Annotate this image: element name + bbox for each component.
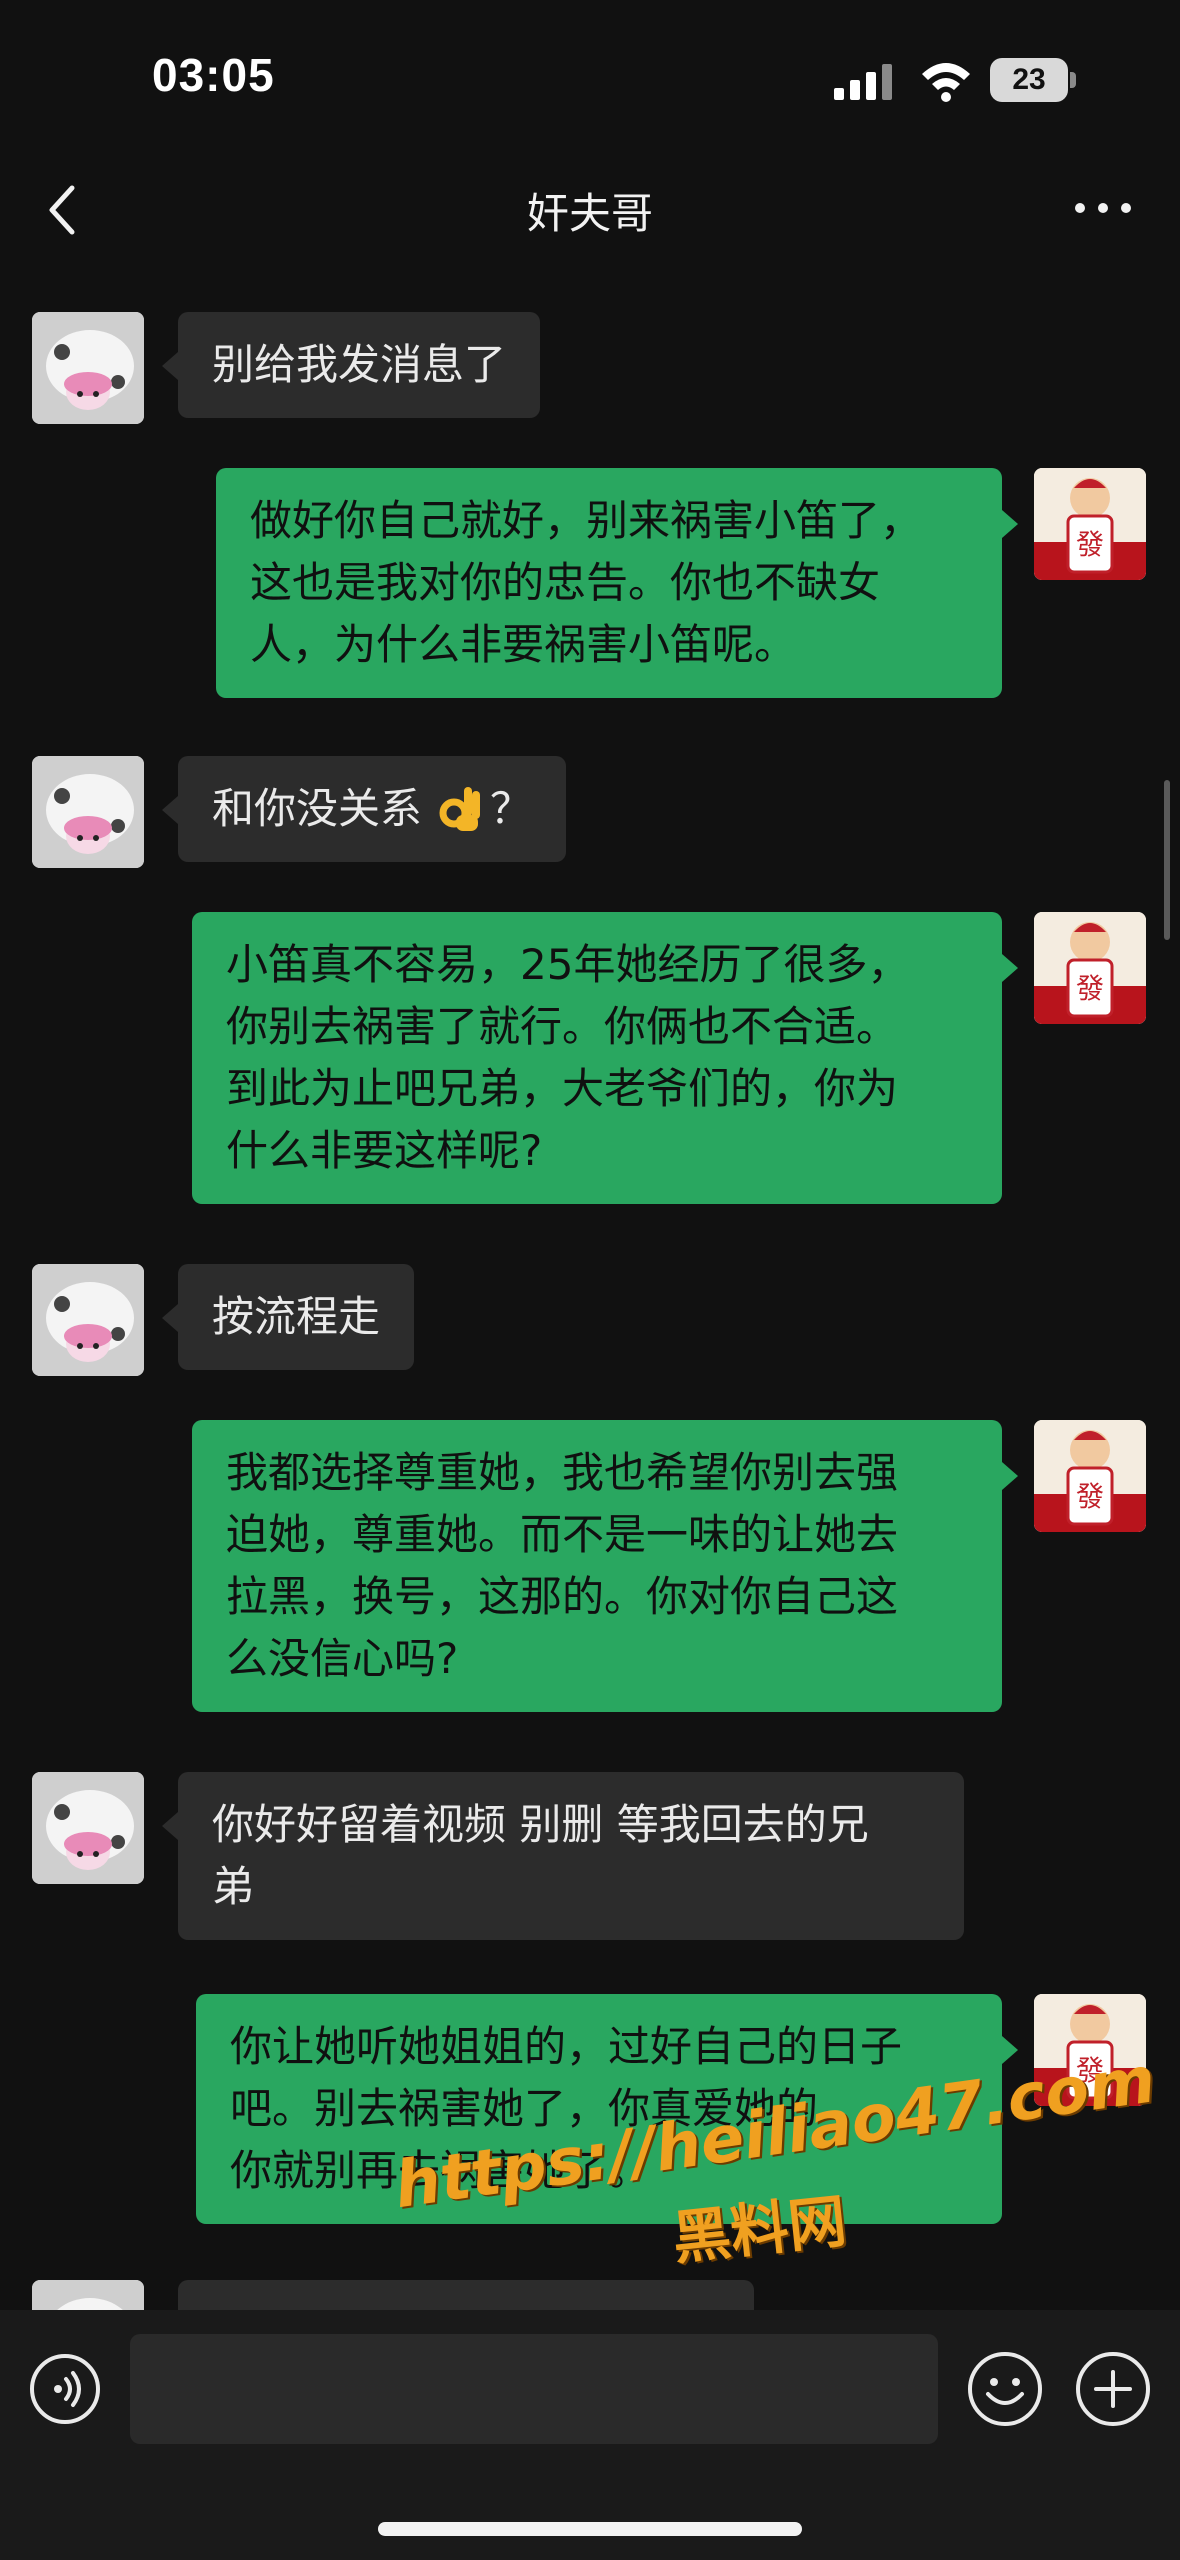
contact-avatar[interactable] [32,1264,144,1376]
message-line: 我都选择尊重她，我也希望你别去强 [226,1448,899,1497]
battery-icon: 23 [990,58,1076,102]
scroll-indicator[interactable] [1164,780,1170,940]
message-text: 和你没关系 [212,784,423,833]
message-line: 拉黑，换号，这那的。你对你自己这 [226,1572,899,1621]
message-line: 人，为什么非要祸害小笛呢。 [250,620,797,669]
message-bubble-outgoing[interactable]: 小笛真不容易，25年她经历了很多， 你别去祸害了就行。你俩也不合适。 到此为止吧… [192,912,1018,1204]
message-line: 到此为止吧兄弟，大老爷们的，你为 [226,1064,899,1113]
svg-text:發: 發 [1076,528,1104,561]
message-bubble-outgoing[interactable]: 我都选择尊重她，我也希望你别去强 迫她，尊重她。而不是一味的让她去 拉黑，换号，… [192,1420,1018,1712]
message-input[interactable] [130,2334,938,2444]
plus-circle-icon[interactable] [1074,2350,1152,2428]
svg-text:發: 發 [1076,972,1104,1005]
message-line: 什么非要这样呢? [226,1126,543,1175]
home-indicator[interactable] [378,2522,802,2536]
message-line: 你好好留着视频 别删 等我回去的兄 [212,1800,869,1849]
svg-text:發: 發 [1076,2054,1104,2087]
message-bubble-incoming[interactable]: 别给我发消息了 [161,312,541,418]
message-text: 按流程走 [212,1292,381,1341]
contact-avatar[interactable] [32,1772,144,1884]
cellular-signal-icon [834,64,892,100]
fa-mahjong-avatar-icon: 發 [1034,1994,1146,2106]
chat-title: 奸夫哥 [526,189,653,238]
my-avatar[interactable]: 發 [1034,912,1146,1024]
cartoon-cow-avatar-icon [32,1264,144,1376]
svg-text:發: 發 [1076,1480,1104,1513]
my-avatar[interactable]: 發 [1034,468,1146,580]
cartoon-cow-avatar-icon [32,312,144,424]
cartoon-cow-avatar-icon [32,2280,144,2310]
ok-hand-emoji-icon [439,787,481,831]
my-avatar[interactable]: 發 [1034,1420,1146,1532]
message-bubble-incoming[interactable] [178,2280,754,2310]
message-bubble-outgoing[interactable]: 你让她听她姐姐的，过好自己的日子 吧。别去祸害她了，你真爱她的 你就别再去祸害她… [196,1994,1018,2224]
cartoon-cow-avatar-icon [32,756,144,868]
fa-mahjong-avatar-icon: 發 [1034,1420,1146,1532]
message-line: 么没信心吗? [226,1634,459,1683]
message-bubble-incoming[interactable]: 按流程走 [161,1264,415,1370]
input-bar [0,2310,1180,2560]
status-bar: 03:05 23 [0,0,1180,150]
smiley-icon[interactable] [966,2350,1044,2428]
my-avatar[interactable]: 發 [1034,1994,1146,2106]
chat-area[interactable]: 别给我发消息了 發 做好你自己就好，别来祸害小笛了， 这也是我对你的忠告。你也不… [0,270,1180,2310]
contact-avatar[interactable] [32,312,144,424]
message-text: ？ [490,784,533,833]
message-line: 小笛真不容易，25年她经历了很多， [226,940,910,989]
fa-mahjong-avatar-icon: 發 [1034,468,1146,580]
battery-level: 23 [1012,63,1046,96]
fa-mahjong-avatar-icon: 發 [1034,912,1146,1024]
message-line: 你让她听她姐姐的，过好自己的日子 [230,2022,903,2071]
message-line: 迫她，尊重她。而不是一味的让她去 [226,1510,899,1559]
message-line: 你就别再去祸害她了。 [230,2146,651,2195]
message-bubble-incoming[interactable]: 和你没关系 ？ [161,756,567,862]
message-line: 做好你自己就好，别来祸害小笛了， [250,496,923,545]
message-line: 吧。别去祸害她了，你真爱她的 [230,2084,819,2133]
message-bubble-incoming[interactable]: 你好好留着视频 别删 等我回去的兄 弟 [162,1772,964,1940]
wifi-icon [922,63,970,102]
cartoon-cow-avatar-icon [32,1772,144,1884]
message-line: 弟 [212,1862,255,1911]
message-line: 这也是我对你的忠告。你也不缺女 [250,558,881,607]
more-dots-icon[interactable] [1068,188,1138,228]
message-line: 你别去祸害了就行。你俩也不合适。 [226,1002,899,1051]
message-text: 别给我发消息了 [212,340,507,389]
contact-avatar[interactable] [32,2280,144,2310]
nav-bar: 奸夫哥 [0,150,1180,270]
contact-avatar[interactable] [32,756,144,868]
message-bubble-outgoing[interactable]: 做好你自己就好，别来祸害小笛了， 这也是我对你的忠告。你也不缺女 人，为什么非要… [216,468,1018,698]
status-time: 03:05 [152,49,275,101]
voice-input-icon[interactable] [28,2352,102,2426]
